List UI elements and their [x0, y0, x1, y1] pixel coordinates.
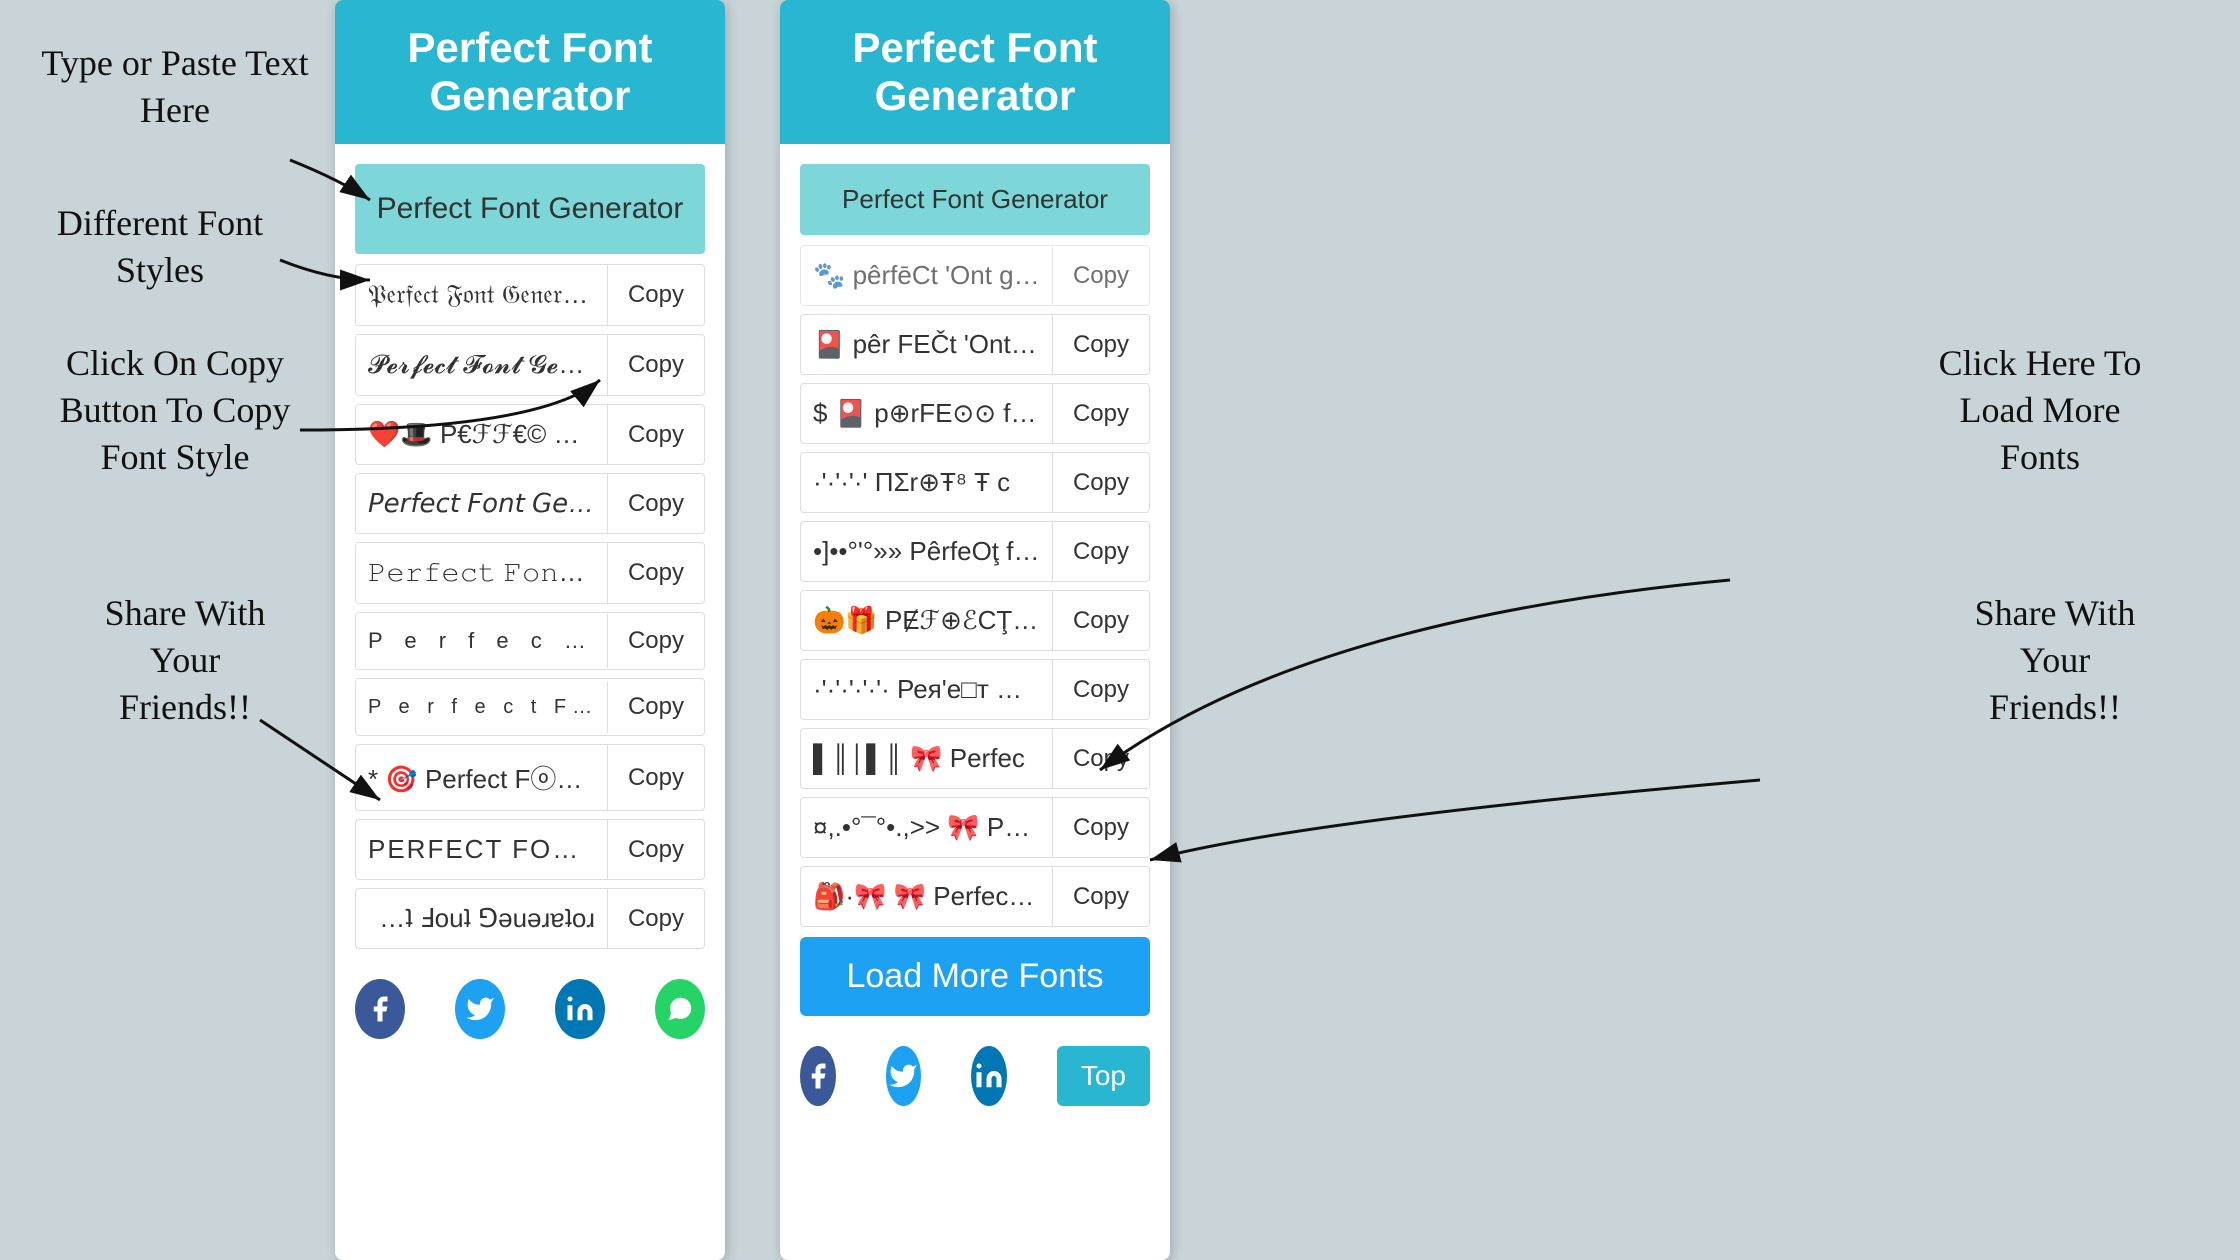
font-row-7: P e r f e c t F o n t Copy: [355, 678, 705, 736]
right-font-row-8: ¤,.•°¯°•.,>> 🎀 Perfec Copy: [800, 797, 1150, 858]
copy-btn-10[interactable]: Copy: [608, 891, 704, 947]
right-input[interactable]: Perfect Font Generator: [800, 164, 1150, 235]
copy-btn-4[interactable]: Copy: [608, 476, 704, 532]
font-row-10: ɹoʇɐɹǝuǝ⅁ ʇuoℲ ʇɔǝɟɹǝd Copy: [355, 888, 705, 949]
linkedin-share-left[interactable]: [555, 979, 605, 1039]
font-text-5: 𝙿𝚎𝚛𝚏𝚎𝚌𝚝 𝙵𝚘𝚗𝚝 𝙶𝚎𝚗𝚎𝚛𝚊𝚝𝚘: [356, 543, 608, 603]
font-text-6: P e r f e c t F o n t: [356, 614, 608, 668]
font-text-9: PERFECT FONT GENERATOR: [356, 820, 608, 879]
font-text-7: P e r f e c t F o n t: [356, 682, 608, 733]
linkedin-share-right[interactable]: [971, 1046, 1007, 1106]
top-button[interactable]: Top: [1057, 1046, 1150, 1106]
annotation-click-copy: Click On CopyButton To CopyFont Style: [20, 340, 330, 480]
left-input[interactable]: Perfect Font Generator: [355, 164, 705, 254]
font-row-6: P e r f e c t F o n t Copy: [355, 612, 705, 670]
right-panel: Perfect Font Generator Perfect Font Gene…: [780, 0, 1170, 1260]
font-row-3: ❤️🎩 P€ℱℱ€© Ƒ0n© g€ Copy: [355, 404, 705, 465]
twitter-share-right[interactable]: [886, 1046, 922, 1106]
right-copy-btn-3[interactable]: Copy: [1053, 455, 1149, 511]
font-text-3: ❤️🎩 P€ℱℱ€© Ƒ0n© g€: [356, 405, 608, 464]
right-font-row-1: 🎴 pêr FEČt 'Ont gE№ Copy: [800, 314, 1150, 375]
annotation-share-left: Share WithYourFriends!!: [40, 590, 330, 730]
right-font-row-7: ▌║│▌║ 🎀 Perfec Copy: [800, 728, 1150, 789]
right-font-text-3: ·'·'·'·' ΠΣr⊕Ŧ⁸ Ŧ c: [801, 453, 1053, 512]
right-font-text-0: 🐾 pêrfēCt 'Ont gE№: [801, 246, 1053, 305]
right-copy-btn-9[interactable]: Copy: [1053, 869, 1149, 925]
load-more-button[interactable]: Load More Fonts: [800, 937, 1150, 1016]
right-font-row-4: •]••°'°»» PêrfeOţ fo⁴ gê⊛ Copy: [800, 521, 1150, 582]
right-font-text-7: ▌║│▌║ 🎀 Perfec: [801, 729, 1053, 788]
font-row-1: 𝔓𝔢𝔯𝔣𝔢𝔠𝔱 𝔉𝔬𝔫𝔱 𝔊𝔢𝔫𝔢𝔯𝔞𝔱𝔬𝔯 Copy: [355, 264, 705, 326]
annotation-type-paste: Type or Paste TextHere: [30, 40, 320, 134]
right-copy-btn-6[interactable]: Copy: [1053, 662, 1149, 718]
font-row-9: PERFECT FONT GENERATOR Copy: [355, 819, 705, 880]
font-row-5: 𝙿𝚎𝚛𝚏𝚎𝚌𝚝 𝙵𝚘𝚗𝚝 𝙶𝚎𝚗𝚎𝚛𝚊𝚝𝚘 Copy: [355, 542, 705, 604]
right-panel-header: Perfect Font Generator: [780, 0, 1170, 144]
right-font-text-6: ·'·'·'·'·'· Рея'e□т ⊕0Ñ⁻: [801, 660, 1053, 719]
font-text-1: 𝔓𝔢𝔯𝔣𝔢𝔠𝔱 𝔉𝔬𝔫𝔱 𝔊𝔢𝔫𝔢𝔯𝔞𝔱𝔬𝔯: [356, 265, 608, 325]
annotation-share-right: Share WithYourFriends!!: [1900, 590, 2210, 730]
right-font-row-5: 🎃🎁 PɆℱ⊕ℰCŢ ÏÔÑт g Copy: [800, 590, 1150, 651]
right-font-row-0: 🐾 pêrfēCt 'Ont gE№ Copy: [800, 245, 1150, 306]
right-copy-btn-4[interactable]: Copy: [1053, 524, 1149, 580]
font-text-4: 𝘗𝘦𝘳𝘧𝘦𝘤𝘵 𝘍𝘰𝘯𝘵 𝘎𝘦𝘯𝘦𝘳𝘢𝘵: [356, 474, 608, 533]
copy-btn-8[interactable]: Copy: [608, 750, 704, 806]
font-row-2: 𝓟𝓮𝓻𝓯𝓮𝓬𝓽 𝓕𝓸𝓷𝓽 𝓖𝓮𝓷𝓮𝓻𝓪𝓽𝓸𝓻 Copy: [355, 334, 705, 396]
font-text-10: ɹoʇɐɹǝuǝ⅁ ʇuoℲ ʇɔǝɟɹǝd: [356, 889, 608, 948]
right-font-text-5: 🎃🎁 PɆℱ⊕ℰCŢ ÏÔÑт g: [801, 591, 1053, 650]
right-copy-btn-7[interactable]: Copy: [1053, 731, 1149, 787]
right-copy-btn-0[interactable]: Copy: [1053, 248, 1149, 304]
font-text-8: * 🎯 Perfect Fⓞnt Ger: [356, 745, 608, 810]
copy-btn-7[interactable]: Copy: [608, 679, 704, 735]
right-share-bar: Top: [780, 1026, 1170, 1126]
annotation-font-styles: Different FontStyles: [10, 200, 310, 294]
font-text-2: 𝓟𝓮𝓻𝓯𝓮𝓬𝓽 𝓕𝓸𝓷𝓽 𝓖𝓮𝓷𝓮𝓻𝓪𝓽𝓸𝓻: [356, 335, 608, 395]
copy-btn-3[interactable]: Copy: [608, 407, 704, 463]
copy-btn-5[interactable]: Copy: [608, 545, 704, 601]
copy-btn-2[interactable]: Copy: [608, 337, 704, 393]
left-panel-header: Perfect Font Generator: [335, 0, 725, 144]
facebook-share-right[interactable]: [800, 1046, 836, 1106]
right-font-row-9: 🎒·🎀 🎀 Perfect F© Copy: [800, 866, 1150, 927]
right-copy-btn-2[interactable]: Copy: [1053, 386, 1149, 442]
right-copy-btn-5[interactable]: Copy: [1053, 593, 1149, 649]
right-font-row-2: $ 🎴 p⊕rFE⊙⊙ foÑт ϑ⑦ɬ Copy: [800, 383, 1150, 444]
right-font-text-1: 🎴 pêr FEČt 'Ont gE№: [801, 315, 1053, 374]
right-copy-btn-1[interactable]: Copy: [1053, 317, 1149, 373]
right-font-text-2: $ 🎴 p⊕rFE⊙⊙ foÑт ϑ⑦ɬ: [801, 384, 1053, 443]
annotation-load-more: Click Here ToLoad MoreFonts: [1880, 340, 2200, 480]
copy-btn-6[interactable]: Copy: [608, 613, 704, 669]
copy-btn-9[interactable]: Copy: [608, 822, 704, 878]
font-row-8: * 🎯 Perfect Fⓞnt Ger Copy: [355, 744, 705, 811]
copy-btn-1[interactable]: Copy: [608, 267, 704, 323]
right-font-row-6: ·'·'·'·'·'· Рея'e□т ⊕0Ñ⁻ Copy: [800, 659, 1150, 720]
right-font-text-8: ¤,.•°¯°•.,>> 🎀 Perfec: [801, 798, 1053, 857]
twitter-share-left[interactable]: [455, 979, 505, 1039]
left-panel: Perfect Font Generator Perfect Font Gene…: [335, 0, 725, 1260]
left-share-bar: [335, 959, 725, 1059]
right-copy-btn-8[interactable]: Copy: [1053, 800, 1149, 856]
font-row-4: 𝘗𝘦𝘳𝘧𝘦𝘤𝘵 𝘍𝘰𝘯𝘵 𝘎𝘦𝘯𝘦𝘳𝘢𝘵 Copy: [355, 473, 705, 534]
whatsapp-share-left[interactable]: [655, 979, 705, 1039]
right-font-text-4: •]••°'°»» PêrfeOţ fo⁴ gê⊛: [801, 522, 1053, 581]
right-font-text-9: 🎒·🎀 🎀 Perfect F©: [801, 867, 1053, 926]
right-font-row-3: ·'·'·'·' ΠΣr⊕Ŧ⁸ Ŧ c Copy: [800, 452, 1150, 513]
facebook-share-left[interactable]: [355, 979, 405, 1039]
